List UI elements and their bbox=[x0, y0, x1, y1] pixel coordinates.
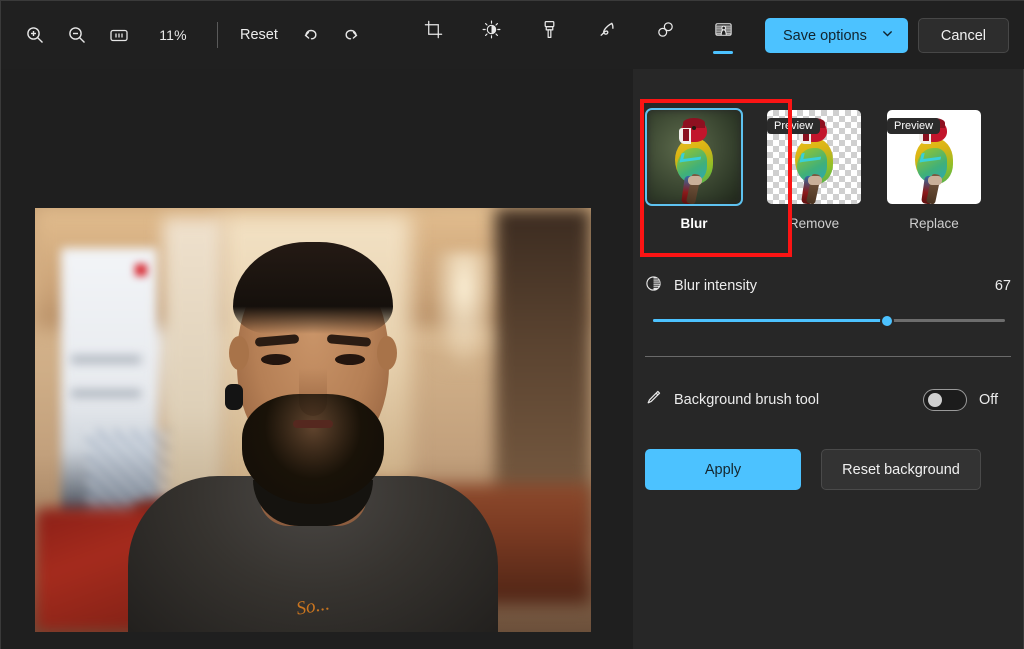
subject-eye-left bbox=[261, 354, 291, 365]
apply-button[interactable]: Apply bbox=[645, 449, 801, 490]
save-options-button[interactable]: Save options bbox=[765, 18, 908, 53]
blur-intensity-value: 67 bbox=[994, 278, 1011, 294]
tool-adjustment-brightness[interactable] bbox=[471, 15, 511, 57]
panel-actions: Apply Reset background bbox=[645, 449, 981, 490]
brush-pen-icon bbox=[645, 389, 662, 411]
toolbar-tools-group bbox=[413, 15, 743, 57]
chevron-down-icon bbox=[881, 27, 894, 44]
zoom-in-icon[interactable] bbox=[15, 17, 55, 53]
tool-crop[interactable] bbox=[413, 15, 453, 57]
top-toolbar: 11% Reset Save options Cancel bbox=[1, 1, 1024, 69]
reset-background-button[interactable]: Reset background bbox=[821, 449, 981, 490]
subject-eye-right bbox=[335, 354, 365, 365]
toolbar-divider bbox=[217, 22, 218, 48]
panel-divider bbox=[645, 356, 1011, 357]
slider-thumb[interactable] bbox=[879, 314, 894, 328]
zoom-out-icon[interactable] bbox=[57, 17, 97, 53]
subject-mouth bbox=[293, 420, 333, 428]
slider-fill bbox=[653, 319, 889, 322]
background-brush-tool-row: Background brush tool Off bbox=[645, 389, 1011, 411]
photos-editor-window: 11% Reset Save options Cancel So... Blur… bbox=[0, 0, 1024, 649]
toggle-knob bbox=[928, 393, 942, 407]
subject-beard bbox=[242, 394, 384, 504]
background-options-panel: Blur Preview Remove Preview Replace Blur… bbox=[633, 69, 1023, 649]
replace-thumbnail: Preview bbox=[885, 108, 983, 206]
edited-photo[interactable]: So... bbox=[35, 208, 591, 632]
blur-intensity-icon bbox=[645, 275, 662, 297]
background-card-replace[interactable]: Preview Replace bbox=[885, 108, 983, 231]
subject-earbud bbox=[225, 384, 243, 410]
tool-erase-objects[interactable] bbox=[645, 15, 685, 57]
actual-size-one-to-one-icon[interactable] bbox=[99, 17, 139, 53]
background-mode-cards: Blur Preview Remove Preview Replace bbox=[645, 108, 983, 231]
background-brush-tool-state: Off bbox=[979, 392, 999, 408]
subject-hair bbox=[233, 242, 393, 334]
save-options-label: Save options bbox=[783, 27, 867, 44]
subject-ear-right bbox=[377, 336, 397, 370]
background-brush-tool-toggle[interactable] bbox=[923, 389, 967, 411]
toolbar-left-group: 11% Reset bbox=[1, 17, 372, 53]
redo-icon[interactable] bbox=[332, 17, 372, 53]
active-tool-indicator bbox=[713, 51, 733, 54]
background-card-blur[interactable]: Blur bbox=[645, 108, 743, 231]
blur-intensity-label: Blur intensity bbox=[674, 278, 758, 294]
tool-background-blur[interactable] bbox=[703, 15, 743, 57]
blur-thumbnail bbox=[645, 108, 743, 206]
background-brush-tool-label: Background brush tool bbox=[674, 392, 820, 408]
undo-icon[interactable] bbox=[290, 17, 330, 53]
background-card-remove[interactable]: Preview Remove bbox=[765, 108, 863, 231]
background-card-replace-label: Replace bbox=[909, 216, 959, 231]
subject-ear-left bbox=[229, 336, 249, 370]
remove-thumbnail: Preview bbox=[765, 108, 863, 206]
image-canvas[interactable]: So... bbox=[1, 69, 635, 649]
background-card-blur-label: Blur bbox=[680, 216, 708, 231]
tool-markup-paintbrush[interactable] bbox=[529, 15, 569, 57]
blur-intensity-slider[interactable] bbox=[653, 312, 1005, 330]
toolbar-right-group: Save options Cancel bbox=[765, 18, 1009, 53]
reset-button[interactable]: Reset bbox=[230, 21, 288, 49]
tool-pen-highlighter[interactable] bbox=[587, 15, 627, 57]
preview-badge-replace: Preview bbox=[887, 118, 941, 134]
zoom-level-label: 11% bbox=[159, 27, 187, 43]
blur-intensity-row: Blur intensity 67 bbox=[645, 275, 1011, 297]
photo-subject-person: So... bbox=[35, 208, 591, 632]
cancel-button[interactable]: Cancel bbox=[917, 18, 1009, 53]
preview-badge-remove: Preview bbox=[767, 118, 821, 134]
background-card-remove-label: Remove bbox=[788, 216, 840, 231]
parrot-illustration bbox=[667, 118, 721, 204]
